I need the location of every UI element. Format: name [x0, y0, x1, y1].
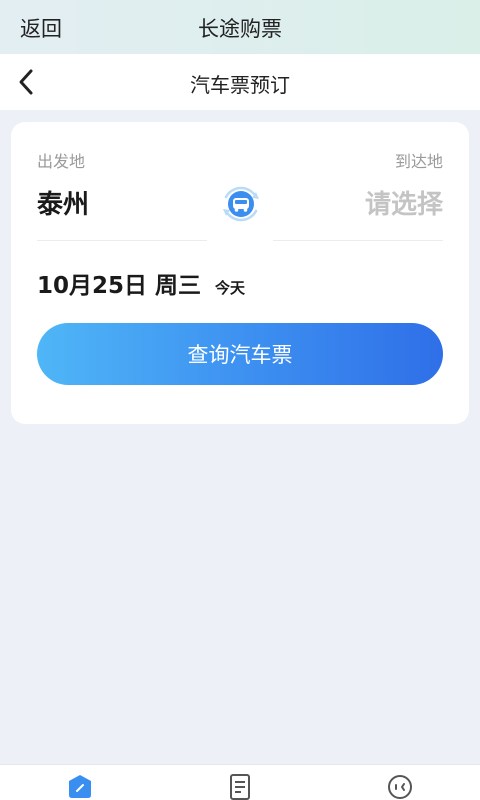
from-divider — [37, 240, 207, 241]
page-header: 汽车票预订 — [0, 54, 480, 110]
tab-bar — [0, 764, 480, 800]
top-bar-title: 长途购票 — [198, 17, 282, 41]
departure-date: 10月25日 周三 — [37, 273, 202, 299]
bus-swap-icon[interactable] — [217, 180, 265, 228]
date-selector[interactable]: 10月25日 周三 今天 — [37, 266, 245, 300]
booking-icon[interactable] — [65, 771, 95, 800]
page-title: 汽车票预订 — [190, 73, 290, 97]
to-city-field[interactable]: 请选择 — [365, 184, 443, 221]
search-bus-button[interactable]: 查询汽车票 — [37, 323, 443, 385]
from-city-field[interactable]: 泰州 — [37, 184, 89, 221]
top-bar: 返回 长途购票 — [0, 0, 480, 54]
search-card: 出发地 到达地 泰州 请选择 10月25日 周三 今天 查询汽车票 — [11, 122, 469, 424]
orders-icon[interactable] — [225, 771, 255, 800]
date-tag: 今天 — [215, 279, 246, 297]
to-divider — [273, 240, 443, 241]
from-label: 出发地 — [37, 152, 86, 171]
to-label: 到达地 — [394, 152, 443, 171]
profile-icon[interactable] — [385, 771, 415, 800]
